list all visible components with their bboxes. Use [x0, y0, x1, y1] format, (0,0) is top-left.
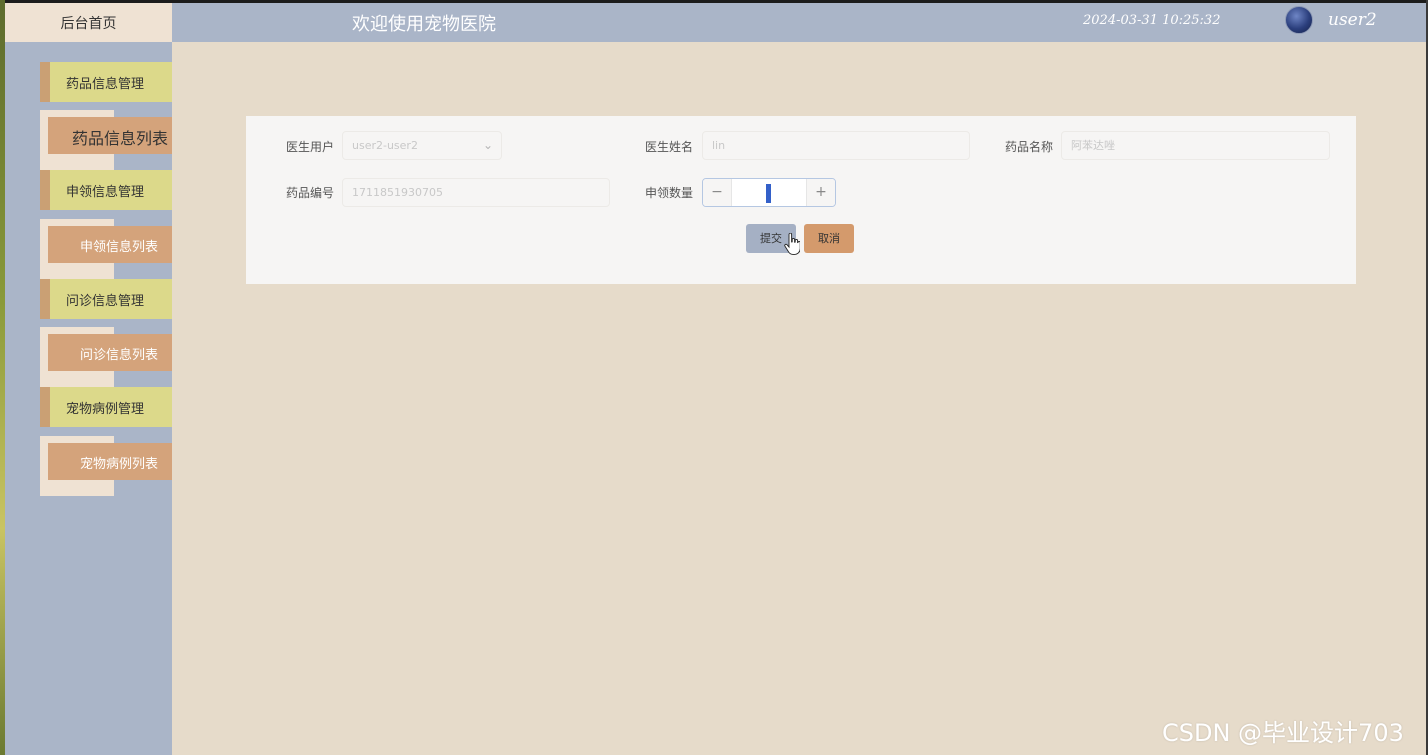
sidebar-group-label: 问诊信息管理 [66, 294, 145, 309]
drug-code-value: 1711851930705 [352, 186, 443, 199]
home-tab[interactable]: 后台首页 [5, 3, 172, 42]
drug-code-field[interactable]: 1711851930705 [342, 178, 610, 207]
avatar[interactable] [1285, 6, 1313, 34]
sidebar-sub-apply-list: 申领信息列表 [40, 219, 172, 279]
drug-code-label: 药品编号 [286, 186, 335, 200]
drug-name-field[interactable]: 阿苯达唑 [1061, 131, 1330, 160]
chevron-down-icon: ⌄ [482, 138, 493, 152]
home-tab-label: 后台首页 [60, 15, 117, 32]
sidebar-sub-drug-list: 药品信息列表 [40, 110, 172, 170]
site-title: 欢迎使用宠物医院 [352, 14, 496, 35]
sidebar: 药品信息管理 药品信息列表 申领信息管理 申领信息列表 问诊信息管理 问诊信息列… [5, 42, 172, 755]
sidebar-item-drug-list[interactable]: 药品信息列表 [48, 117, 172, 154]
doctor-user-value: user2-user2 [352, 139, 418, 152]
sidebar-group-label: 药品信息管理 [66, 77, 145, 92]
doctor-name-value: lin [712, 139, 726, 152]
drug-name-label: 药品名称 [1005, 140, 1054, 154]
doctor-name-field[interactable]: lin [702, 131, 970, 160]
sidebar-group-label: 申领信息管理 [66, 185, 145, 200]
sidebar-group-case-info[interactable]: 宠物病例管理 [40, 387, 172, 427]
username[interactable]: user2 [1328, 10, 1377, 30]
csdn-watermark: CSDN @毕业设计703 [1162, 719, 1404, 747]
top-bar: 欢迎使用宠物医院 2024-03-31 10:25:32 user2 [172, 3, 1426, 42]
apply-form-panel: 医生用户 user2-user2 ⌄ 医生姓名 lin 药品名称 阿苯达唑 药品… [246, 116, 1356, 284]
hand-cursor-icon [784, 233, 800, 255]
sidebar-group-drug-info[interactable]: 药品信息管理 [40, 62, 172, 102]
doctor-user-select[interactable]: user2-user2 ⌄ [342, 131, 502, 160]
sidebar-group-apply-info[interactable]: 申领信息管理 [40, 170, 172, 210]
minus-icon[interactable]: − [703, 179, 732, 206]
sidebar-item-label: 药品信息列表 [71, 129, 168, 148]
doctor-user-label: 医生用户 [286, 140, 335, 154]
sidebar-item-case-list[interactable]: 宠物病例列表 [48, 443, 172, 480]
plus-icon[interactable]: + [806, 179, 835, 206]
apply-qty-label: 申领数量 [645, 186, 694, 200]
apply-qty-stepper[interactable]: − 0 + [702, 178, 836, 207]
sidebar-group-consult-info[interactable]: 问诊信息管理 [40, 279, 172, 319]
text-selection-highlight [766, 184, 771, 203]
doctor-name-label: 医生姓名 [645, 140, 694, 154]
sidebar-item-label: 申领信息列表 [79, 240, 158, 255]
sidebar-item-consult-list[interactable]: 问诊信息列表 [48, 334, 172, 371]
sidebar-item-apply-list[interactable]: 申领信息列表 [48, 226, 172, 263]
sidebar-sub-case-list: 宠物病例列表 [40, 436, 172, 496]
cancel-button[interactable]: 取消 [804, 224, 854, 253]
sidebar-item-label: 宠物病例列表 [79, 457, 158, 472]
drug-name-value: 阿苯达唑 [1071, 139, 1115, 152]
datetime: 2024-03-31 10:25:32 [1083, 13, 1221, 28]
sidebar-sub-consult-list: 问诊信息列表 [40, 327, 172, 387]
sidebar-item-label: 问诊信息列表 [79, 348, 158, 363]
sidebar-group-label: 宠物病例管理 [66, 402, 145, 417]
